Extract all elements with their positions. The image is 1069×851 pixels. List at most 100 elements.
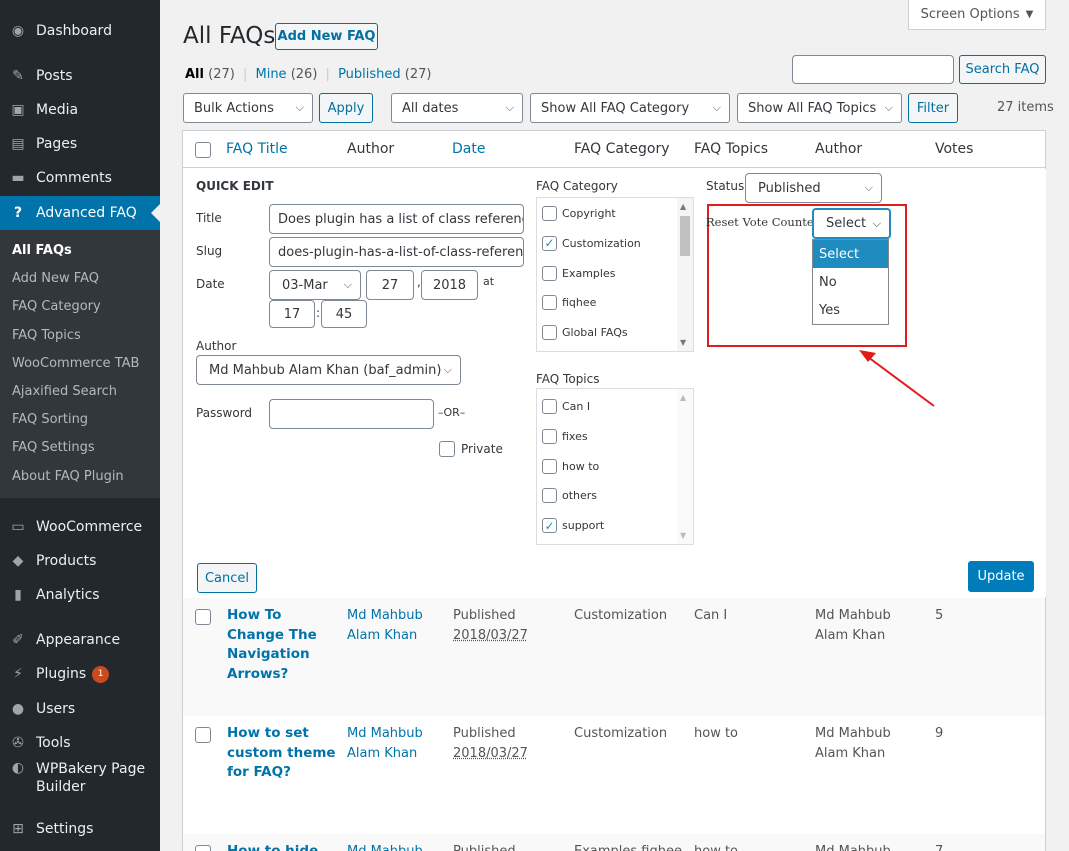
sidebar-item-dashboard[interactable]: ◉ Dashboard: [0, 14, 160, 48]
scroll-down-icon[interactable]: ▼: [680, 338, 686, 347]
sidebar-item-tools[interactable]: ✇ Tools: [0, 726, 160, 760]
sidebar-item-posts[interactable]: ✎ Posts: [0, 59, 160, 93]
sidebar-item-comments[interactable]: ▬ Comments: [0, 161, 160, 195]
column-date[interactable]: Date: [452, 141, 485, 157]
category-item[interactable]: Examples: [542, 265, 615, 281]
checkbox[interactable]: [542, 399, 557, 414]
checkbox-checked[interactable]: ✓: [542, 235, 557, 251]
checkbox[interactable]: [542, 295, 557, 311]
checkbox[interactable]: [542, 265, 557, 281]
sidebar-item-woocommerce[interactable]: ▭ WooCommerce: [0, 510, 160, 544]
view-mine-link[interactable]: Mine: [255, 67, 286, 82]
column-author: Author: [347, 141, 395, 157]
faq-title-link[interactable]: How To Change The Navigation Arrows?: [227, 606, 337, 684]
title-field[interactable]: Does plugin has a list of class referenc…: [269, 204, 524, 234]
scroll-up-icon[interactable]: ▲: [680, 202, 686, 211]
topic-item[interactable]: others: [542, 488, 597, 504]
topics-filter-select[interactable]: Show All FAQ Topics ⌵: [737, 93, 902, 123]
author-link[interactable]: Md Mahbub Alam Khan: [347, 606, 437, 645]
author-link[interactable]: Md Mahbub Alam Khan: [347, 724, 437, 763]
topics-scrollbar[interactable]: ▲ ▼: [677, 389, 693, 544]
topic-item[interactable]: fixes: [542, 428, 588, 444]
checkbox-checked[interactable]: ✓: [542, 518, 557, 534]
cancel-button[interactable]: Cancel: [197, 563, 257, 593]
status-text: Published: [453, 726, 516, 741]
category-scrollbar[interactable]: ▲ ▼: [677, 198, 693, 351]
sidebar-item-advanced-faq[interactable]: ? Advanced FAQ: [0, 196, 160, 230]
checkbox[interactable]: [542, 458, 557, 474]
sidebar-item-wpbakery-page-builder[interactable]: ◐ WPBakery Page Builder: [0, 760, 160, 800]
view-all-link[interactable]: All: [185, 67, 204, 82]
submenu-item-faq-sorting[interactable]: FAQ Sorting: [12, 412, 88, 427]
sidebar-item-plugins[interactable]: ⚡ Plugins 1: [0, 657, 160, 691]
topic-item[interactable]: Can I: [542, 399, 590, 414]
sidebar-item-appearance[interactable]: ✐ Appearance: [0, 623, 160, 657]
checkbox[interactable]: [542, 325, 557, 341]
private-checkbox[interactable]: [439, 441, 455, 457]
slug-field[interactable]: does-plugin-has-a-list-of-class-referen: [269, 237, 524, 267]
minute-field[interactable]: 45: [321, 300, 367, 328]
submenu-item-about-faq-plugin[interactable]: About FAQ Plugin: [12, 469, 124, 484]
checkbox[interactable]: [542, 428, 557, 444]
row-checkbox[interactable]: [195, 609, 211, 625]
bulk-actions-select[interactable]: Bulk Actions ⌵: [183, 93, 313, 123]
faq-title-link[interactable]: How to hide: [227, 842, 337, 851]
view-published-link[interactable]: Published: [338, 67, 401, 82]
search-faq-button[interactable]: Search FAQ: [959, 55, 1046, 84]
select-all-checkbox[interactable]: [195, 142, 211, 158]
apply-button[interactable]: Apply: [319, 93, 373, 123]
submenu-item-faq-category[interactable]: FAQ Category: [12, 299, 101, 314]
status-select[interactable]: Published ⌵: [745, 173, 882, 203]
sidebar-item-users[interactable]: ● Users: [0, 692, 160, 726]
submenu-item-ajaxified-search[interactable]: Ajaxified Search: [12, 384, 117, 399]
category-item[interactable]: Global FAQs: [542, 325, 628, 341]
day-field[interactable]: 27: [366, 270, 414, 300]
update-button[interactable]: Update: [968, 561, 1034, 592]
faq-topics-list[interactable]: Can I fixes how to others ✓ support ▲ ▼: [536, 388, 694, 545]
dates-select[interactable]: All dates ⌵: [391, 93, 523, 123]
scrollbar-thumb[interactable]: [680, 216, 690, 256]
submenu-item-faq-topics[interactable]: FAQ Topics: [12, 328, 81, 343]
option-yes[interactable]: Yes: [813, 296, 888, 324]
sidebar-item-label: Plugins: [36, 666, 87, 682]
category-item[interactable]: Copyright: [542, 206, 616, 221]
option-select[interactable]: Select: [813, 240, 888, 268]
add-new-faq-button[interactable]: Add New FAQ: [275, 23, 378, 50]
scroll-up-icon[interactable]: ▲: [680, 393, 686, 402]
author-link[interactable]: Md Mahbub: [347, 842, 437, 851]
category-item[interactable]: ✓ Customization: [542, 235, 641, 251]
category-filter-select[interactable]: Show All FAQ Category ⌵: [530, 93, 730, 123]
private-row: Private: [439, 441, 503, 457]
month-select[interactable]: 03-Mar ⌵: [269, 270, 361, 300]
row-checkbox[interactable]: [195, 845, 211, 851]
hour-field[interactable]: 17: [269, 300, 315, 328]
submenu-item-add-new-faq[interactable]: Add New FAQ: [12, 271, 99, 286]
reset-vote-select[interactable]: Select ⌵: [812, 208, 891, 239]
sidebar-item-analytics[interactable]: ▮ Analytics: [0, 578, 160, 612]
sidebar-item-products[interactable]: ◆ Products: [0, 544, 160, 578]
author-select[interactable]: Md Mahbub Alam Khan (baf_admin) ⌵: [196, 355, 461, 385]
screen-options-button[interactable]: Screen Options ▼: [908, 0, 1046, 30]
checkbox[interactable]: [542, 206, 557, 221]
column-faq-title[interactable]: FAQ Title: [226, 141, 288, 157]
sidebar-item-pages[interactable]: ▤ Pages: [0, 127, 160, 161]
row-checkbox[interactable]: [195, 727, 211, 743]
faq-title-link[interactable]: How to set custom theme for FAQ?: [227, 724, 337, 783]
option-no[interactable]: No: [813, 268, 888, 296]
sidebar-item-media[interactable]: ▣ Media: [0, 93, 160, 127]
filter-button[interactable]: Filter: [908, 93, 958, 123]
submenu-item-woocommerce-tab[interactable]: WooCommerce TAB: [12, 356, 139, 371]
settings-icon: ⊞: [12, 821, 24, 837]
scroll-down-icon[interactable]: ▼: [680, 531, 686, 540]
topic-item[interactable]: ✓ support: [542, 518, 604, 534]
category-item[interactable]: fiqhee: [542, 295, 596, 311]
search-input[interactable]: [792, 55, 954, 84]
submenu-item-faq-settings[interactable]: FAQ Settings: [12, 440, 95, 455]
submenu-item-all-faqs[interactable]: All FAQs: [12, 243, 72, 258]
topic-item[interactable]: how to: [542, 458, 599, 474]
faq-category-list[interactable]: Copyright ✓ Customization Examples fiqhee Glo…: [536, 197, 694, 352]
password-field[interactable]: [269, 399, 434, 429]
checkbox[interactable]: [542, 488, 557, 504]
sidebar-item-settings[interactable]: ⊞ Settings: [0, 812, 160, 846]
year-field[interactable]: 2018: [421, 270, 478, 300]
